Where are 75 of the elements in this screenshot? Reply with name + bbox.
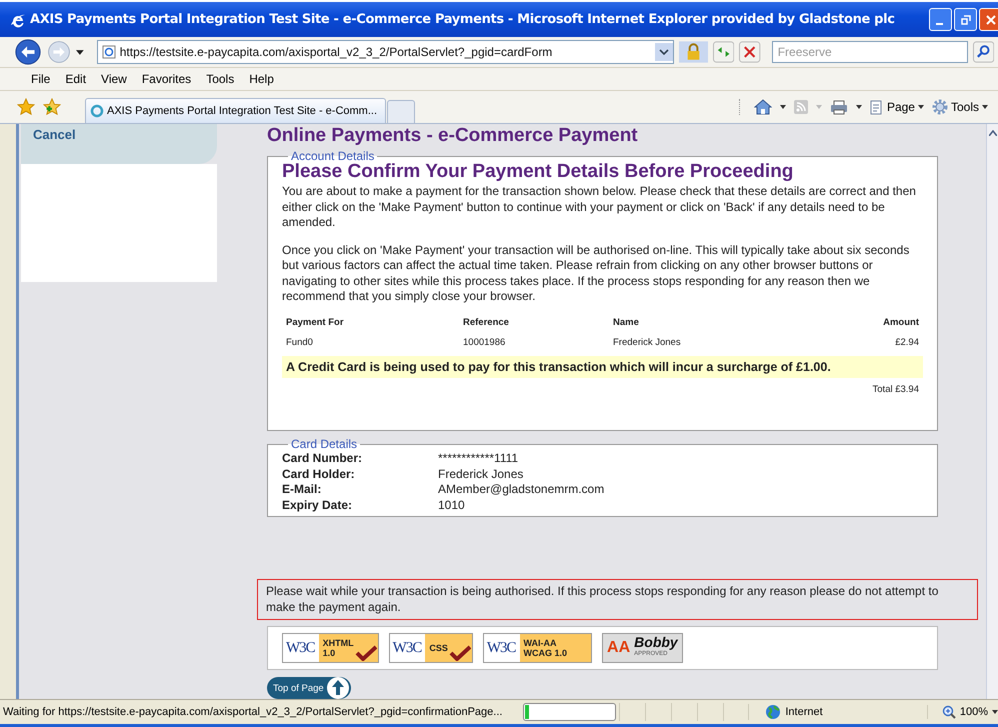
menu-item[interactable]: View — [101, 72, 127, 86]
field-label: Card Holder: — [282, 466, 356, 482]
cancel-link[interactable]: Cancel — [33, 127, 76, 142]
caret-icon — [982, 105, 988, 109]
minimize-button[interactable] — [929, 8, 952, 31]
panel-legend: Card Details — [288, 437, 360, 451]
caret-icon[interactable] — [780, 105, 786, 109]
surcharge-notice: A Credit Card is being used to pay for this transaction which will incur a surcharge of £1.00. — [282, 356, 923, 378]
instruction-paragraph: Once you click on 'Make Payment' your transaction will be authorised on-line. This will typically take about six seconds but various factors can affect the actual time taken. Please refrain from clicking on any other browser buttons or navigating to other sites while this process takes place. If the process stops responding for any reason then we recommend that you simply close your browser. — [282, 242, 910, 304]
dropdown-arrow-icon[interactable] — [76, 50, 84, 54]
menu-item[interactable]: Help — [249, 72, 274, 86]
search-field[interactable]: Freeserve — [772, 41, 968, 63]
column-header: Name — [613, 316, 640, 328]
field-value: AMember@gladstonemrm.com — [438, 482, 606, 498]
loading-icon — [90, 104, 104, 118]
star-icon[interactable] — [17, 98, 35, 116]
field-label: Card Number: — [282, 451, 364, 466]
printer-icon[interactable] — [830, 100, 848, 114]
back-button[interactable] — [14, 38, 42, 66]
column-header: Reference — [463, 316, 510, 328]
compliance-badge[interactable]: W3C CSS — [388, 633, 473, 663]
scroll-up-icon[interactable] — [988, 130, 996, 136]
forward-button[interactable] — [47, 40, 71, 64]
caret-icon — [918, 105, 924, 109]
tools-menu-button[interactable]: Tools — [932, 99, 988, 115]
home-icon[interactable] — [754, 99, 772, 115]
column-header: Amount — [882, 316, 919, 328]
zoom-icon — [942, 705, 956, 719]
field-value: 1010 — [438, 498, 466, 513]
page-title: Online Payments - e-Commerce Payment — [267, 125, 639, 147]
status-text: Waiting for https://testsite.e-paycapita.com/axisportal_v2_3_2/PortalServlet?_pgid=confirmationPage... — [3, 706, 504, 718]
document-icon — [870, 100, 884, 114]
window-title: AXIS Payments Portal Integration Test Site - e-Commerce Payments - Microsoft Internet Explorer provided by Gladstone plc — [30, 12, 896, 27]
top-of-page-link[interactable]: Top of Page — [267, 677, 351, 699]
feed-icon — [794, 100, 808, 114]
stop-button[interactable] — [739, 41, 761, 63]
menu-item[interactable]: Edit — [65, 72, 86, 86]
caret-icon — [816, 105, 822, 109]
wait-notice: Please wait while your transaction is being authorised. If this process stops responding for any reason please do not attempt to make the payment again. — [257, 579, 978, 620]
restore-button[interactable] — [954, 8, 977, 31]
zoom-button[interactable]: 100% — [926, 705, 998, 719]
field-value: ************1111 — [438, 451, 520, 466]
table-cell-text: Frederick Jones — [613, 336, 682, 348]
padlock-icon[interactable] — [679, 41, 708, 63]
globe-icon — [765, 704, 782, 720]
refresh-button[interactable] — [713, 41, 734, 63]
page-icon — [102, 45, 116, 59]
field-label: Expiry Date: — [282, 498, 354, 513]
panel-legend: Account Details — [288, 149, 378, 163]
total-amount: Total £3.94 — [872, 384, 919, 394]
menu-item[interactable]: Tools — [206, 72, 234, 86]
close-icon — [986, 14, 996, 24]
page-menu-button[interactable]: Page — [870, 100, 924, 114]
browser-tab[interactable]: AXIS Payments Portal Integration Test Site - e-Comm... — [85, 98, 386, 123]
search-button[interactable] — [972, 41, 994, 63]
column-header: Payment For — [286, 316, 345, 328]
menu-item[interactable]: Favorites — [142, 72, 192, 86]
table-cell-text: 10001986 — [463, 336, 506, 348]
minimize-icon — [936, 22, 942, 24]
table-cell-text: £2.94 — [894, 336, 919, 348]
instruction-paragraph: You are about to make a payment for the transaction shown below. Please check that these details are correct and then either click on the 'Make Payment' button to continue with your payment or click on 'Back' if any details need to be amended. — [282, 184, 917, 230]
menu-item[interactable]: File — [31, 72, 50, 86]
security-zone: Internet — [785, 706, 823, 718]
confirm-heading: Please Confirm Your Payment Details Before Proceeding — [282, 162, 794, 182]
close-button[interactable] — [979, 8, 998, 31]
caret-icon[interactable] — [856, 105, 862, 109]
gear-icon — [932, 99, 948, 115]
caret-icon — [992, 710, 998, 714]
table-cell-text: Fund0 — [286, 336, 314, 348]
field-value: Frederick Jones — [438, 466, 524, 482]
field-label: E-Mail: — [282, 482, 322, 498]
restore-icon — [960, 14, 970, 24]
add-favorite-icon[interactable] — [43, 98, 61, 116]
address-field[interactable]: https://testsite.e-paycapita.com/axisportal_v2_3_2/PortalServlet?_pgid=cardForm — [96, 40, 674, 64]
scrollbar[interactable] — [986, 124, 998, 699]
